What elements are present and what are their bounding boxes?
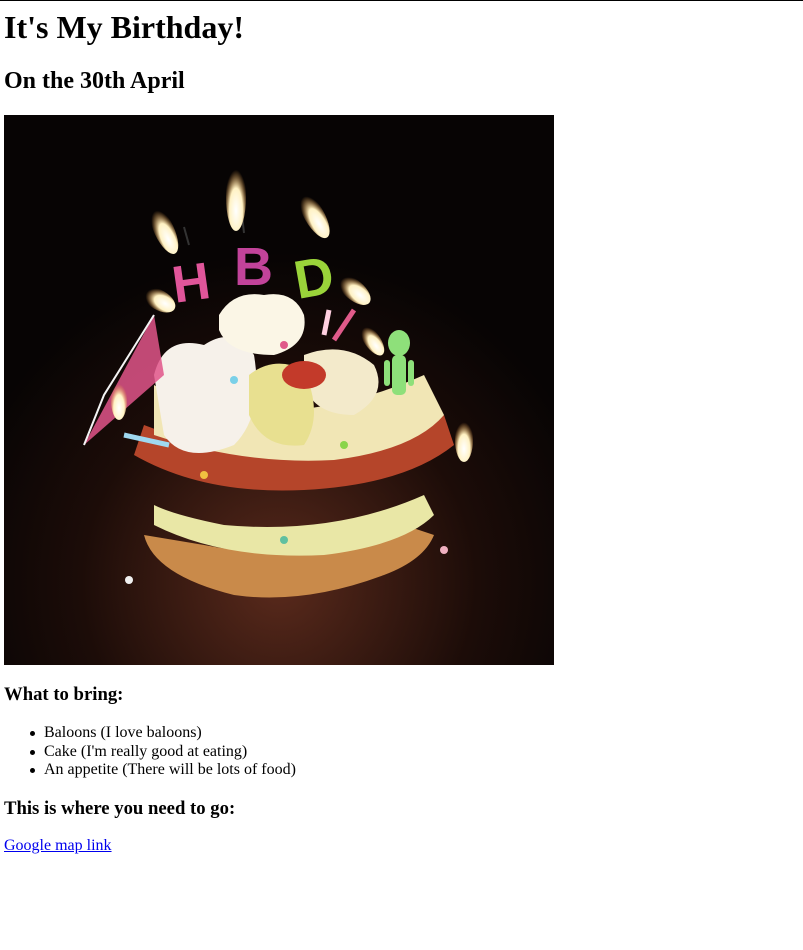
candle-letter-h: H: [169, 252, 214, 315]
bring-list: Baloons (I love baloons) Cake (I'm reall…: [4, 724, 296, 780]
directions-heading: This is where you need to go:: [4, 798, 236, 819]
candle-letter-b: B: [234, 237, 273, 297]
page-title: It's My Birthday!: [4, 9, 244, 45]
page-subtitle: On the 30th April: [4, 68, 185, 94]
list-item: Baloons (I love baloons): [30, 724, 296, 743]
top-border: [0, 0, 803, 1]
birthday-cake-image: H B D: [4, 115, 554, 665]
google-map-link[interactable]: Google map link: [4, 837, 112, 855]
list-item: An appetite (There will be lots of food): [30, 761, 296, 778]
bring-heading: What to bring:: [4, 684, 124, 705]
list-item: Cake (I'm really good at eating): [30, 743, 296, 762]
